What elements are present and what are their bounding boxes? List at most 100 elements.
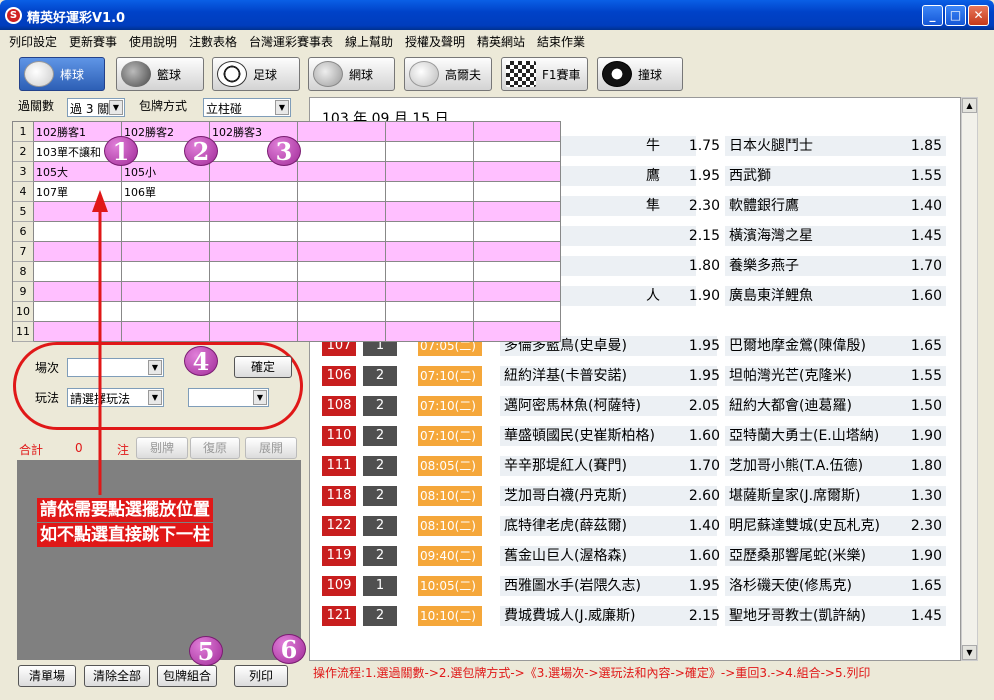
restore-button[interactable]: 復原: [190, 437, 240, 459]
grid-cell[interactable]: [298, 122, 386, 142]
grid-cell[interactable]: [122, 242, 210, 262]
bundle-method-select[interactable]: 立柱碰 ▼: [203, 98, 291, 117]
grid-cell[interactable]: [298, 322, 386, 342]
scrollbar[interactable]: ▲ ▼: [961, 97, 978, 661]
grid-cell[interactable]: [474, 262, 561, 282]
grid-cell[interactable]: [210, 262, 298, 282]
menu-bet-table[interactable]: 注數表格: [189, 33, 237, 50]
grid-cell[interactable]: [210, 182, 298, 202]
sport-tab-soccer[interactable]: 足球: [212, 57, 300, 91]
menu-help[interactable]: 使用說明: [129, 33, 177, 50]
scroll-down-icon[interactable]: ▼: [962, 645, 977, 660]
odds-home[interactable]: 1.30: [904, 486, 942, 506]
grid-cell[interactable]: [386, 302, 474, 322]
odds-away[interactable]: 1.95: [682, 336, 720, 356]
grid-cell[interactable]: 106單: [122, 182, 210, 202]
grid-cell[interactable]: [210, 222, 298, 242]
menu-update-matches[interactable]: 更新賽事: [69, 33, 117, 50]
grid-cell[interactable]: [474, 322, 561, 342]
grid-cell[interactable]: [386, 202, 474, 222]
grid-cell[interactable]: [122, 322, 210, 342]
odds-home[interactable]: 1.45: [904, 606, 942, 626]
grid-cell[interactable]: 105大: [34, 162, 122, 182]
grid-cell[interactable]: [474, 142, 561, 162]
odds-home[interactable]: 1.80: [904, 456, 942, 476]
grid-cell[interactable]: [474, 122, 561, 142]
sport-tab-golf[interactable]: 高爾夫: [404, 57, 492, 91]
grid-cell[interactable]: [386, 182, 474, 202]
match-row[interactable]: 121 2 10:10(二) 費城費城人(J.威廉斯) 2.15 聖地牙哥教士(凱許納) 1…: [322, 606, 946, 626]
odds-home[interactable]: 1.65: [904, 576, 942, 596]
grid-cell[interactable]: [122, 282, 210, 302]
grid-cell[interactable]: [298, 162, 386, 182]
play-type-select[interactable]: 請選擇玩法▼: [67, 388, 164, 407]
odds-home[interactable]: 1.90: [904, 426, 942, 446]
match-row[interactable]: 110 2 07:10(二) 華盛頓國民(史崔斯柏格) 1.60 亞特蘭大勇士(E.山塔納…: [322, 426, 946, 446]
clear-all-button[interactable]: 清除全部: [84, 665, 150, 687]
grid-cell[interactable]: [210, 322, 298, 342]
menu-website[interactable]: 精英網站: [477, 33, 525, 50]
sport-tab-f1[interactable]: F1賽車: [501, 57, 588, 91]
match-select[interactable]: ▼: [67, 358, 164, 377]
print-button[interactable]: 列印: [234, 665, 288, 687]
grid-cell[interactable]: [386, 162, 474, 182]
close-button[interactable]: ✕: [968, 5, 989, 26]
odds-away[interactable]: 1.95: [682, 366, 720, 386]
odds-home[interactable]: 2.30: [904, 516, 942, 536]
odds-away[interactable]: 1.40: [682, 516, 720, 536]
grid-cell[interactable]: [122, 222, 210, 242]
sport-tab-basketball[interactable]: 籃球: [116, 57, 204, 91]
match-row[interactable]: 109 1 10:05(二) 西雅圖水手(岩隈久志) 1.95 洛杉磯天使(修馬克) 1.6…: [322, 576, 946, 596]
grid-cell[interactable]: [474, 282, 561, 302]
odds-away[interactable]: 2.05: [682, 396, 720, 416]
odds-home[interactable]: 1.50: [904, 396, 942, 416]
match-row[interactable]: 111 2 08:05(二) 辛辛那堤紅人(賽門) 1.70 芝加哥小熊(T.A.伍德) 1…: [322, 456, 946, 476]
grid-cell[interactable]: [474, 162, 561, 182]
grid-cell[interactable]: [122, 262, 210, 282]
sport-tab-billiards[interactable]: 撞球: [597, 57, 683, 91]
odds-home[interactable]: 1.55: [904, 366, 942, 386]
sport-tab-baseball[interactable]: 棒球: [19, 57, 105, 91]
grid-cell[interactable]: [386, 282, 474, 302]
menu-schedule[interactable]: 台灣運彩賽事表: [249, 33, 333, 50]
grid-cell[interactable]: [474, 222, 561, 242]
minimize-button[interactable]: _: [922, 5, 943, 26]
grid-cell[interactable]: [210, 202, 298, 222]
grid-cell[interactable]: [386, 242, 474, 262]
maximize-button[interactable]: □: [945, 5, 966, 26]
grid-cell[interactable]: [298, 222, 386, 242]
match-row[interactable]: 108 2 07:10(二) 邁阿密馬林魚(柯薩特) 2.05 紐約大都會(迪葛羅) 1.5…: [322, 396, 946, 416]
remove-button[interactable]: 剔牌: [136, 437, 188, 459]
grid-cell[interactable]: [298, 202, 386, 222]
grid-cell[interactable]: [474, 182, 561, 202]
odds-home[interactable]: 1.65: [904, 336, 942, 356]
match-row[interactable]: 118 2 08:10(二) 芝加哥白襪(丹克斯) 2.60 堪薩斯皇家(J.席爾斯) 1.…: [322, 486, 946, 506]
odds-home[interactable]: 1.90: [904, 546, 942, 566]
grid-cell[interactable]: [122, 302, 210, 322]
grid-cell[interactable]: [210, 242, 298, 262]
odds-away[interactable]: 2.60: [682, 486, 720, 506]
grid-cell[interactable]: [298, 282, 386, 302]
grid-cell[interactable]: [474, 202, 561, 222]
sport-tab-tennis[interactable]: 網球: [308, 57, 395, 91]
grid-cell[interactable]: [386, 222, 474, 242]
grid-cell[interactable]: [386, 262, 474, 282]
grid-cell[interactable]: [474, 302, 561, 322]
grid-cell[interactable]: [386, 142, 474, 162]
combine-button[interactable]: 包牌組合: [157, 665, 217, 687]
pass-count-select[interactable]: 過 3 關 ▼: [67, 98, 125, 117]
odds-away[interactable]: 1.70: [682, 456, 720, 476]
grid-cell[interactable]: [122, 202, 210, 222]
odds-away[interactable]: 1.95: [682, 576, 720, 596]
grid-cell[interactable]: [298, 142, 386, 162]
grid-cell[interactable]: [386, 322, 474, 342]
grid-cell[interactable]: [298, 262, 386, 282]
odds-away[interactable]: 1.60: [682, 426, 720, 446]
grid-cell[interactable]: [298, 302, 386, 322]
grid-cell[interactable]: [474, 242, 561, 262]
play-content-select[interactable]: ▼: [188, 388, 269, 407]
odds-away[interactable]: 2.15: [682, 606, 720, 626]
menu-print-settings[interactable]: 列印設定: [9, 33, 57, 50]
expand-button[interactable]: 展開: [245, 437, 297, 459]
grid-cell[interactable]: [298, 182, 386, 202]
